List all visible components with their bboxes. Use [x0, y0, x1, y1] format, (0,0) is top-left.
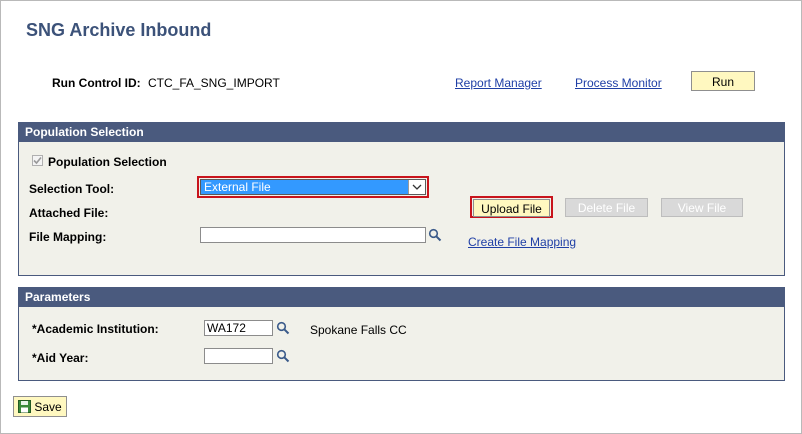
parameters-header: Parameters	[19, 288, 784, 307]
upload-file-button[interactable]: Upload File	[473, 199, 550, 217]
report-manager-link[interactable]: Report Manager	[455, 76, 542, 90]
attached-file-label: Attached File:	[29, 206, 109, 220]
population-selection-header: Population Selection	[19, 123, 784, 142]
academic-institution-input[interactable]: WA172	[204, 320, 273, 336]
page-title: SNG Archive Inbound	[26, 20, 212, 40]
aid-year-input[interactable]	[204, 348, 273, 364]
save-icon	[18, 400, 31, 413]
search-icon[interactable]	[276, 321, 290, 335]
academic-institution-label: *Academic Institution:	[32, 322, 159, 336]
selection-tool-select[interactable]: External File	[200, 179, 426, 195]
search-icon[interactable]	[276, 349, 290, 363]
delete-file-button[interactable]: Delete File	[565, 198, 648, 217]
process-monitor-link[interactable]: Process Monitor	[575, 76, 662, 90]
view-file-button[interactable]: View File	[661, 198, 743, 217]
population-selection-checkbox[interactable]	[32, 155, 43, 166]
academic-institution-description: Spokane Falls CC	[310, 323, 407, 337]
checkmark-icon	[33, 156, 42, 165]
population-selection-checkbox-label: Population Selection	[48, 155, 167, 169]
file-mapping-input[interactable]	[200, 227, 426, 243]
chevron-down-icon	[408, 180, 425, 194]
aid-year-label: *Aid Year:	[32, 351, 89, 365]
file-mapping-label: File Mapping:	[29, 230, 107, 244]
selection-tool-value: External File	[204, 180, 271, 194]
search-icon[interactable]	[428, 228, 442, 242]
save-button[interactable]: Save	[13, 396, 67, 417]
selection-tool-label: Selection Tool:	[29, 182, 115, 196]
run-control-value: CTC_FA_SNG_IMPORT	[148, 76, 280, 90]
save-button-label: Save	[34, 400, 62, 414]
create-file-mapping-link[interactable]: Create File Mapping	[468, 235, 576, 249]
run-control-label: Run Control ID:	[52, 76, 141, 90]
run-button[interactable]: Run	[691, 71, 755, 91]
